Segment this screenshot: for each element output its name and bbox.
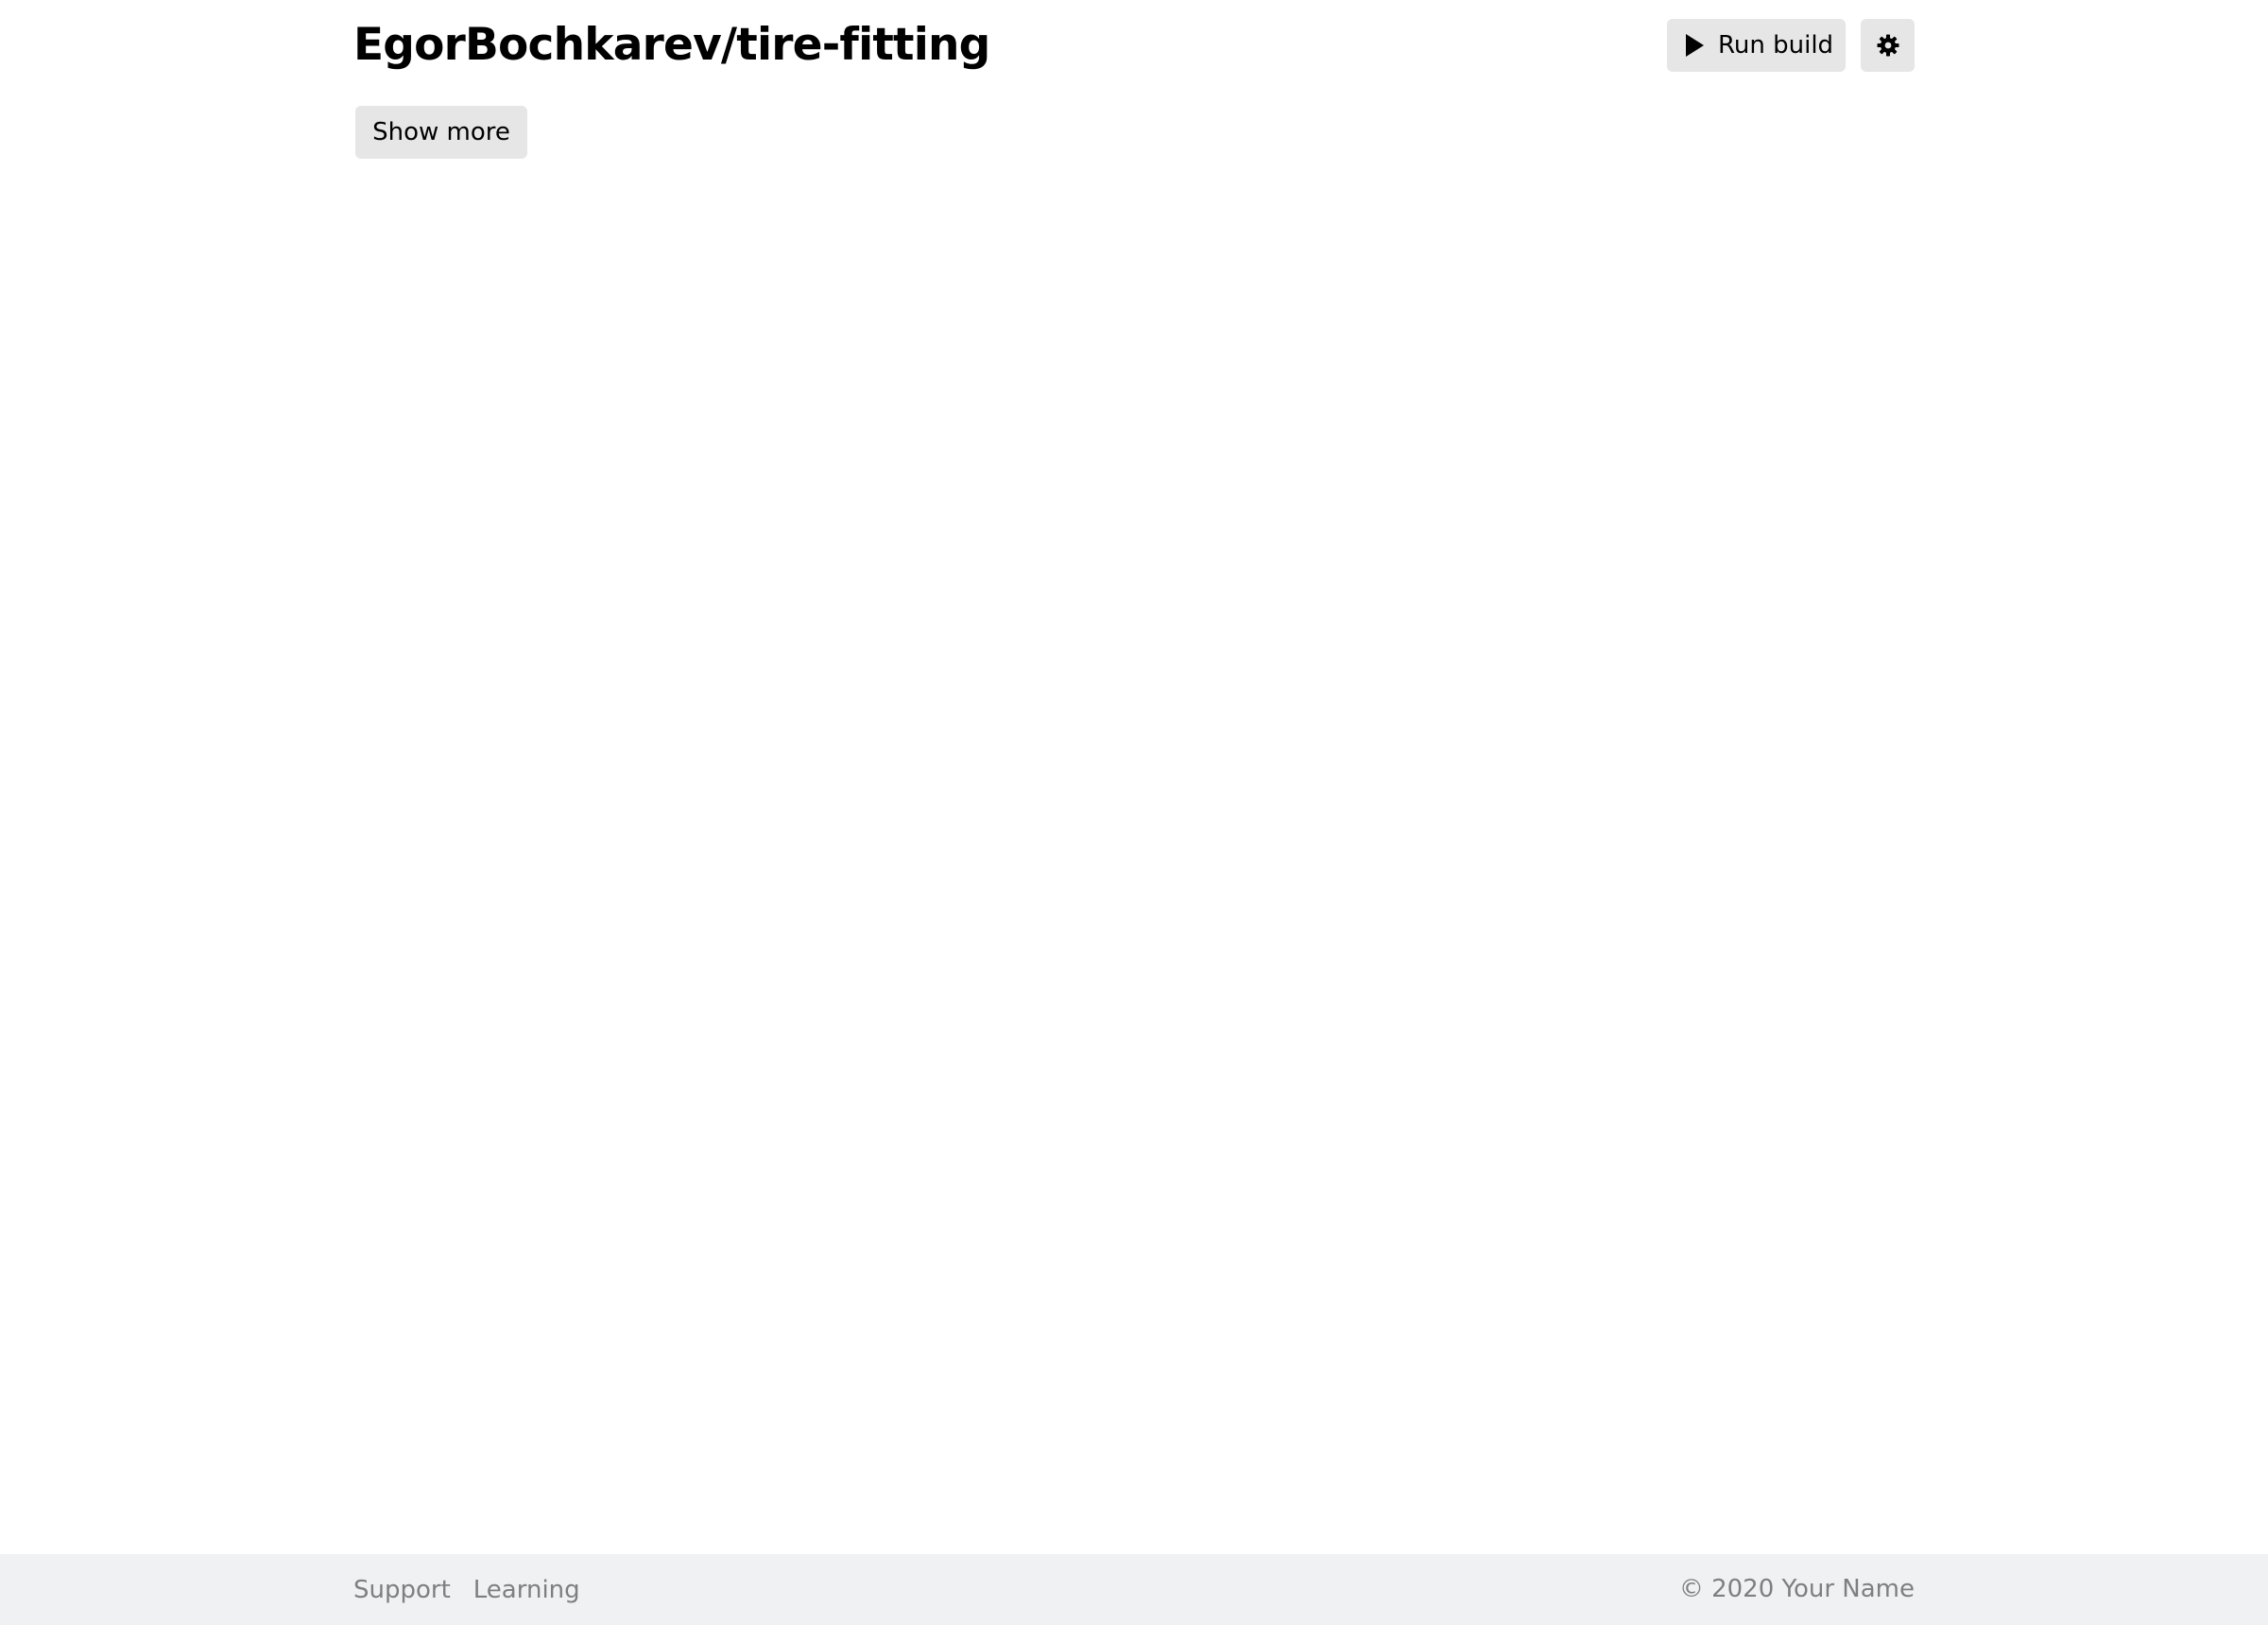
footer-link-support[interactable]: Support xyxy=(353,1576,451,1604)
run-build-button[interactable]: Run build xyxy=(1667,19,1846,72)
footer-link-learning[interactable]: Learning xyxy=(473,1576,580,1604)
run-build-label: Run build xyxy=(1718,31,1834,60)
show-more-button[interactable]: Show more xyxy=(355,106,527,159)
gear-icon xyxy=(1876,33,1900,58)
settings-button[interactable] xyxy=(1861,19,1915,72)
header-actions: Run build xyxy=(1667,19,1915,72)
page: EgorBochkarev/tire-fitting Run build Sho… xyxy=(0,0,2268,1625)
footer-links: Support Learning xyxy=(353,1554,580,1625)
copyright: © 2020 Your Name xyxy=(1678,1575,1915,1603)
header: EgorBochkarev/tire-fitting Run build xyxy=(353,19,1915,72)
play-icon xyxy=(1684,33,1707,58)
footer-inner: Support Learning © 2020 Your Name xyxy=(353,1554,1915,1625)
repo-title: EgorBochkarev/tire-fitting xyxy=(353,19,990,71)
footer: Support Learning © 2020 Your Name xyxy=(0,1554,2268,1625)
